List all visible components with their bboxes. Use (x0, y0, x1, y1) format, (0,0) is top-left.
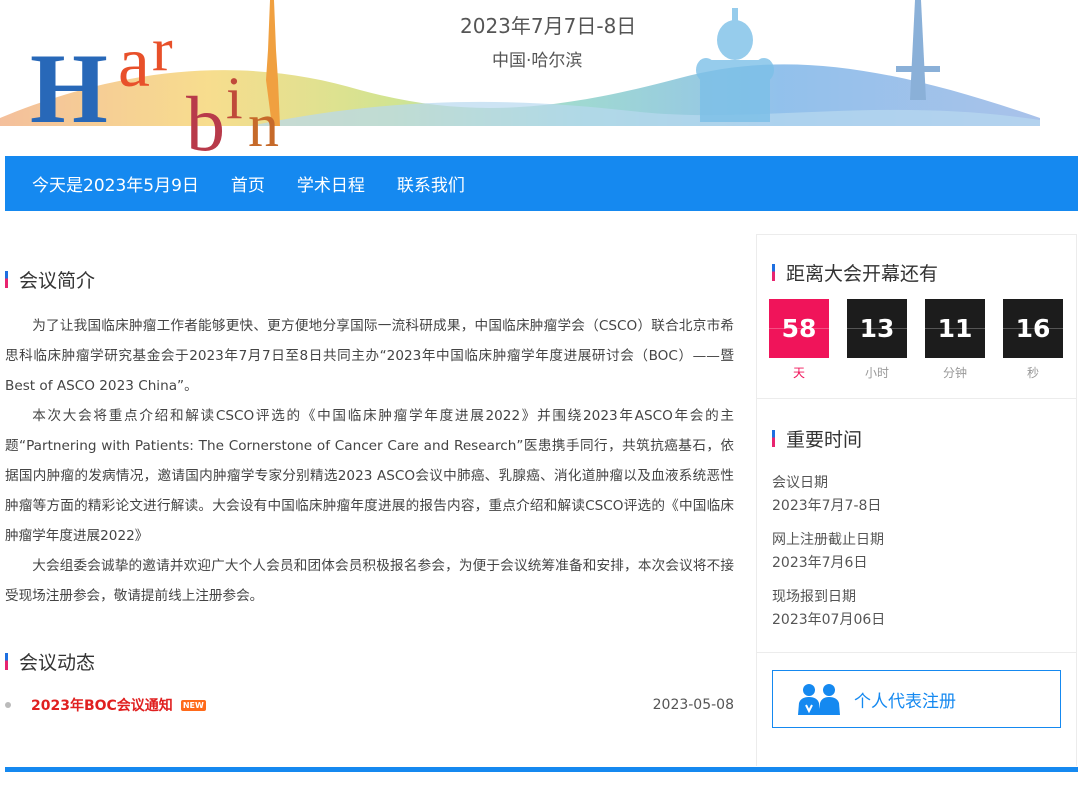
countdown-seconds: 16 (1003, 299, 1063, 358)
news-list-item: 2023年BOC会议通知 NEW 2023-05-08 (5, 694, 734, 716)
news-title-link[interactable]: 2023年BOC会议通知 (31, 695, 173, 715)
news-date: 2023-05-08 (652, 697, 734, 713)
intro-heading: 会议简介 (5, 266, 95, 293)
sidebar-divider (757, 652, 1076, 653)
intro-paragraph: 为了让我国临床肿瘤工作者能够更快、更方便地分享国际一流科研成果，中国临床肿瘤学会… (5, 318, 734, 394)
countdown-heading: 距离大会开幕还有 (772, 259, 938, 286)
countdown-minutes-label: 分钟 (942, 366, 967, 380)
key-dates-heading: 重要时间 (772, 425, 862, 452)
countdown-heading-text: 距离大会开幕还有 (786, 263, 939, 285)
svg-text:i: i (226, 65, 243, 131)
banner-date: 2023年7月7日-8日 (460, 14, 637, 38)
nav-item-home[interactable]: 首页 (231, 171, 265, 196)
news-heading: 会议动态 (5, 648, 95, 675)
countdown-days-label: 天 (792, 366, 805, 380)
nav-today-date: 今天是2023年5月9日 (32, 176, 199, 196)
countdown-hours: 13 (847, 299, 907, 358)
bullet-dot-icon (5, 702, 11, 708)
sidebar-divider (757, 398, 1076, 399)
section-marker (772, 264, 775, 281)
intro-heading-text: 会议简介 (19, 270, 96, 292)
key-dates-heading-text: 重要时间 (786, 429, 863, 451)
key-date-value: 2023年7月6日 (772, 555, 868, 571)
section-marker (5, 653, 8, 670)
register-button-label: 个人代表注册 (854, 691, 956, 712)
main-nav: 今天是2023年5月9日 首页 学术日程 联系我们 (5, 156, 1078, 211)
register-button[interactable]: 个人代表注册 (772, 670, 1061, 728)
svg-text:n: n (248, 92, 279, 156)
svg-text:r: r (152, 16, 173, 84)
news-heading-text: 会议动态 (19, 652, 96, 674)
logo-letter-h: H (30, 33, 108, 144)
key-date-value: 2023年7月7-8日 (772, 498, 882, 514)
people-icon (798, 684, 840, 715)
countdown-days: 58 (769, 299, 829, 358)
countdown-minutes: 11 (925, 299, 985, 358)
key-date-label: 网上注册截止日期 (772, 532, 884, 548)
nav-item-schedule[interactable]: 学术日程 (297, 171, 365, 196)
key-date-value: 2023年07月06日 (772, 612, 886, 628)
banner-city: 中国·哈尔滨 (492, 51, 583, 71)
key-date-label: 会议日期 (772, 475, 828, 491)
intro-paragraph: 大会组委会诚挚的邀请并欢迎广大个人会员和团体会员积极报名参会，为便于会议统筹准备… (5, 558, 734, 604)
intro-paragraph: 本次大会将重点介绍和解读CSCO评选的《中国临床肿瘤学年度进展2022》并围绕2… (5, 408, 734, 544)
svg-text:b: b (186, 80, 225, 156)
section-marker (772, 430, 775, 447)
section-marker (5, 271, 8, 288)
intro-text: 为了让我国临床肿瘤工作者能够更快、更方便地分享国际一流科研成果，中国临床肿瘤学会… (5, 311, 734, 611)
nav-item-contact[interactable]: 联系我们 (397, 171, 465, 196)
svg-text:a: a (118, 22, 150, 102)
countdown-hours-label: 小时 (864, 366, 889, 380)
new-badge-icon: NEW (180, 699, 206, 711)
countdown-seconds-label: 秒 (1026, 366, 1039, 380)
banner: H a r b i n 2023年7月7日-8日 中国·哈尔滨 (0, 0, 1080, 156)
key-date-label: 现场报到日期 (772, 589, 856, 605)
footer-divider (5, 767, 1078, 772)
